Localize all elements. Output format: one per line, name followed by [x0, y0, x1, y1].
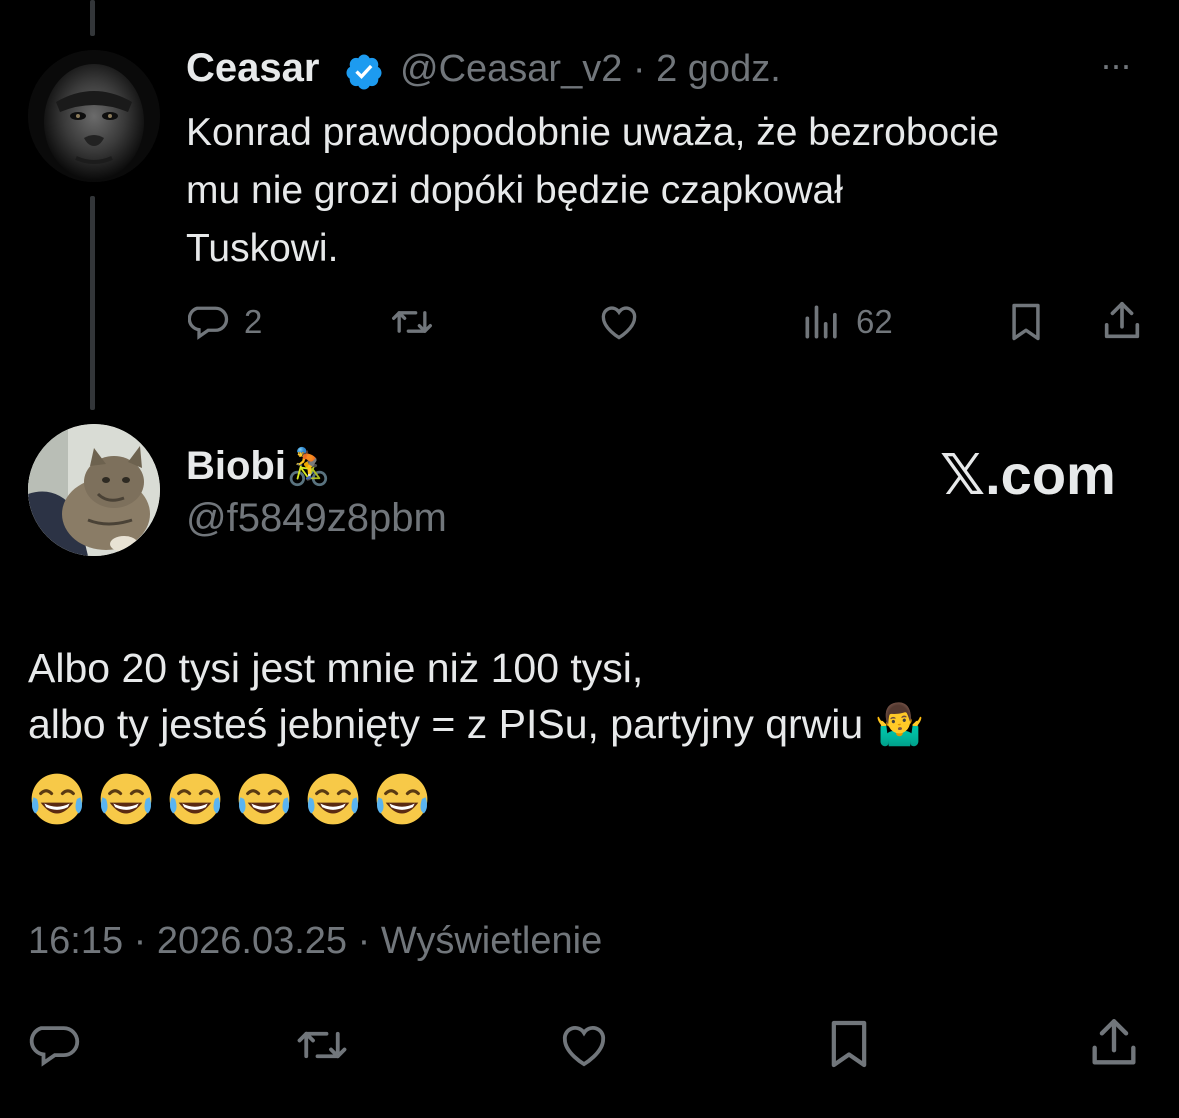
handle-time[interactable]: @Ceasar_v2 · 2 godz. [400, 48, 781, 91]
cyclist-emoji: 🚴 [285, 446, 331, 487]
tweet-meta[interactable]: 16:15 · 2026.03.25 · Wyświetlenie [28, 920, 602, 963]
emoji-row [28, 770, 431, 828]
laugh-emoji [307, 773, 359, 825]
tweet-text-line: Tuskowi. [186, 227, 339, 270]
tweet-text-line: albo ty jesteś jebnięty = z PISu, partyj… [28, 696, 924, 753]
laugh-emoji [100, 773, 152, 825]
laugh-emoji [31, 773, 83, 825]
views-button[interactable]: 62 [800, 300, 893, 344]
reply-button[interactable]: 2 [188, 300, 262, 344]
reply-icon [29, 1026, 80, 1067]
like-icon [562, 1025, 606, 1067]
reply-count: 2 [244, 303, 263, 340]
tweet-text: Konrad prawdopodobnie uważa, że bezroboc… [186, 104, 1146, 278]
thread-line-top [90, 0, 95, 36]
retweet-button[interactable] [388, 300, 436, 344]
laugh-emoji [376, 773, 428, 825]
author-name[interactable]: Biobi🚴 [186, 444, 331, 489]
tweet-text-line-content: albo ty jesteś jebnięty = z PISu, partyj… [28, 701, 864, 747]
bookmark-icon [1012, 303, 1040, 341]
like-icon [601, 306, 637, 340]
share-icon [1092, 1019, 1136, 1065]
share-button[interactable] [1098, 298, 1146, 344]
bookmark-icon [831, 1020, 867, 1068]
share-icon [1104, 301, 1140, 339]
laugh-emoji [169, 773, 221, 825]
x-com-watermark: 𝕏.com [940, 443, 1116, 506]
tweet-text-line: mu nie grozi dopóki będzie czapkował [186, 169, 843, 212]
retweet-icon [297, 1031, 347, 1059]
retweet-icon [392, 311, 432, 333]
avatar[interactable] [28, 424, 160, 556]
tweet-text-line: Konrad prawdopodobnie uważa, że bezroboc… [186, 111, 1000, 154]
author-name[interactable]: Ceasar [186, 46, 319, 91]
retweet-button[interactable] [290, 1018, 354, 1072]
views-count: 62 [856, 303, 893, 340]
reply-icon [188, 306, 229, 340]
verified-badge-icon [344, 52, 384, 97]
thread-line-bottom [90, 196, 95, 410]
bookmark-button[interactable] [820, 1016, 878, 1072]
author-name-text: Biobi [186, 444, 286, 488]
reply-button[interactable] [28, 1018, 86, 1072]
views-icon [805, 305, 837, 339]
avatar[interactable] [28, 50, 160, 182]
like-button[interactable] [554, 1018, 614, 1072]
like-button[interactable] [596, 300, 642, 344]
tweet-text: Albo 20 tysi jest mnie niż 100 tysi, alb… [28, 640, 924, 753]
shrug-emoji: 🤷‍♂️ [874, 703, 925, 747]
laugh-emoji [238, 773, 290, 825]
share-button[interactable] [1084, 1014, 1144, 1072]
more-icon[interactable]: ··· [1100, 44, 1132, 86]
bookmark-button[interactable] [1004, 300, 1048, 344]
handle[interactable]: @f5849z8pbm [186, 496, 447, 541]
tweet-text-line: Albo 20 tysi jest mnie niż 100 tysi, [28, 645, 644, 691]
